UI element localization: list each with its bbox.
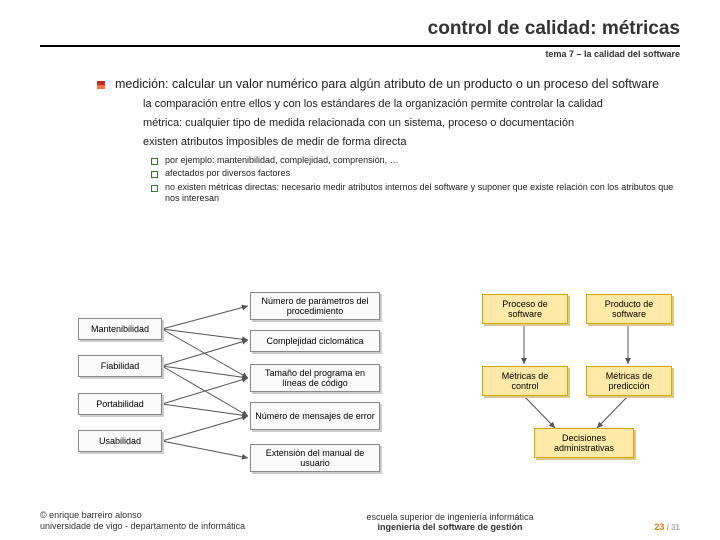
slide-header: control de calidad: métricas: [0, 0, 720, 42]
bullet-sub: la comparación entre ellos y con los est…: [143, 98, 680, 110]
flow-box-decisiones: Decisiones administrativas: [534, 428, 634, 458]
slide-subtitle: tema 7 – la calidad del software: [0, 49, 680, 59]
footer-left: © enrique barreiro alonso universidade d…: [40, 510, 300, 533]
sub-bullets: la comparación entre ellos y con los est…: [115, 98, 680, 204]
bullet-sub2: no existen métricas directas: necesario …: [165, 182, 680, 205]
page-number: 23 / 31: [600, 522, 680, 532]
attr-box-usabilidad: Usabilidad: [78, 430, 162, 452]
page-current: 23: [654, 522, 664, 532]
footer-center: escuela superior de ingeniería informáti…: [300, 512, 600, 532]
footer: © enrique barreiro alonso universidade d…: [0, 500, 720, 540]
school: escuela superior de ingeniería informáti…: [300, 512, 600, 522]
metric-box: Extensión del manual de usuario: [250, 444, 380, 472]
content-area: medición: calcular un valor numérico par…: [0, 59, 720, 204]
bullet-sub2: afectados por diversos factores: [165, 168, 680, 179]
attr-box-mantenibilidad: Mantenibilidad: [78, 318, 162, 340]
flow-box-producto: Producto de software: [586, 294, 672, 324]
flow-box-prediccion: Métricas de predicción: [586, 366, 672, 396]
metric-box: Número de parámetros del procedimiento: [250, 292, 380, 320]
bullet-sub2: por ejemplo: mantenibilidad, complejidad…: [165, 155, 680, 166]
metric-box: Complejidad ciclomática: [250, 330, 380, 352]
institution: universidade de vigo - departamento de i…: [40, 521, 300, 532]
sub-sub-bullets: por ejemplo: mantenibilidad, complejidad…: [143, 155, 680, 204]
bullet-main: medición: calcular un valor numérico par…: [115, 77, 680, 91]
metric-box: Número de mensajes de error: [250, 402, 380, 430]
page-total: 31: [671, 523, 680, 532]
horizontal-rule: [40, 45, 680, 47]
bullet-sub: existen atributos imposibles de medir de…: [143, 136, 680, 148]
metric-box: Tamaño del programa en líneas de código: [250, 364, 380, 392]
slide-title: control de calidad: métricas: [40, 18, 680, 40]
bullet-sub: métrica: cualquier tipo de medida relaci…: [143, 117, 680, 129]
flow-box-control: Métricas de control: [482, 366, 568, 396]
attr-box-portabilidad: Portabilidad: [78, 393, 162, 415]
diagram: Mantenibilidad Fiabilidad Portabilidad U…: [0, 288, 720, 496]
copyright: © enrique barreiro alonso: [40, 510, 300, 521]
course: ingeniería del software de gestión: [300, 522, 600, 532]
attr-box-fiabilidad: Fiabilidad: [78, 355, 162, 377]
flow-box-proceso: Proceso de software: [482, 294, 568, 324]
